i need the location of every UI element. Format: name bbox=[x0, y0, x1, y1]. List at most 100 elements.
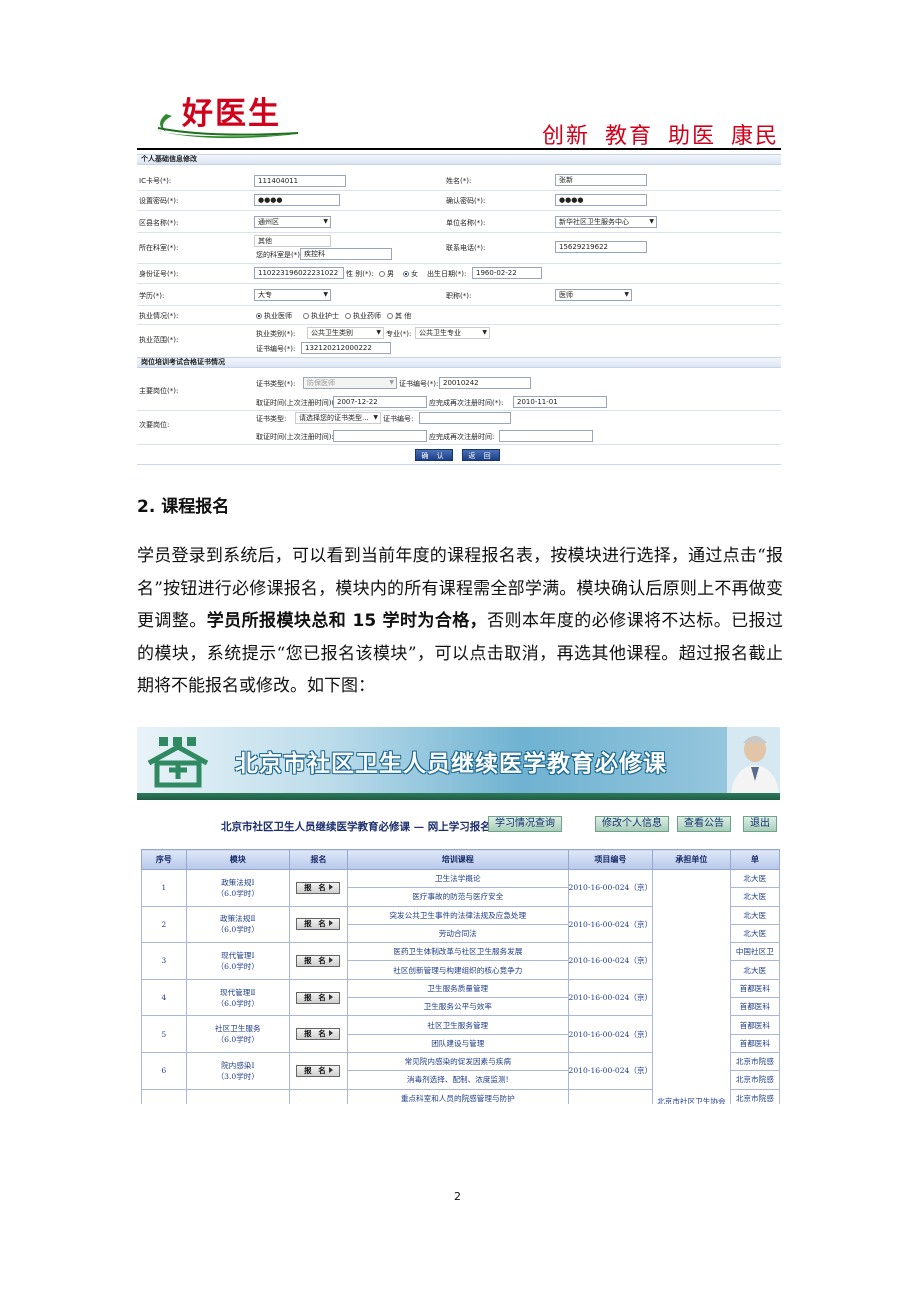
back-button[interactable]: 返 回 bbox=[462, 449, 500, 461]
practice-opt-2[interactable]: 执业护士 bbox=[303, 312, 339, 321]
signup-button[interactable]: 报 名 bbox=[296, 1028, 341, 1041]
project-code: 2010-16-00-024（京） bbox=[567, 1015, 654, 1053]
announcements-button[interactable]: 查看公告 bbox=[677, 816, 731, 832]
logout-button[interactable]: 退出 bbox=[743, 816, 777, 832]
confirm-password-field[interactable]: ●●●● bbox=[555, 194, 647, 206]
radio-checked-icon bbox=[256, 313, 262, 319]
module-name: 现代管理Ⅱ bbox=[219, 987, 256, 997]
cert-no-field[interactable]: 132120212000222 bbox=[301, 342, 391, 354]
col-header: 模块 bbox=[185, 849, 290, 870]
course-name: 社区创新管理与构建组织的核心竞争力 bbox=[347, 960, 569, 980]
dept-select[interactable]: 其他 bbox=[254, 235, 331, 247]
module-name: 现代管理Ⅰ bbox=[221, 950, 255, 960]
password-field[interactable]: ●●●● bbox=[254, 194, 340, 206]
radio-icon bbox=[303, 313, 309, 319]
module-name: 政策法规Ⅰ bbox=[221, 877, 255, 887]
play-icon bbox=[328, 993, 333, 1000]
module-cell bbox=[185, 1088, 290, 1104]
main-post-label: 主要岗位(*): bbox=[139, 387, 179, 395]
project-code: 2010-16-00-024（京） bbox=[567, 942, 654, 980]
scope-cat-select[interactable]: 公共卫生类别 ▼ bbox=[307, 327, 384, 339]
cert-no-label: 证书编号(*): bbox=[256, 345, 296, 353]
renew-field[interactable]: 2010-11-01 bbox=[513, 396, 607, 408]
ic-field[interactable]: 111404011 bbox=[254, 175, 346, 187]
row-number: 4 bbox=[141, 978, 187, 1017]
practice-opt-1[interactable]: 执业医师 bbox=[256, 312, 292, 321]
col-header: 承担单位 bbox=[652, 849, 731, 870]
signup-label: 报 名 bbox=[304, 955, 328, 965]
gender-label: 性 别(*): bbox=[346, 270, 374, 278]
chevron-down-icon: ▼ bbox=[482, 329, 487, 336]
sub-cert-type-value: 请选择您的证书类型... bbox=[299, 414, 369, 422]
sub-cert-num-label: 证书编号: bbox=[383, 415, 414, 423]
signup-button[interactable]: 报 名 bbox=[296, 918, 341, 931]
gender-male[interactable]: 男 bbox=[379, 270, 394, 279]
title-select[interactable]: 医师 ▼ bbox=[555, 289, 632, 301]
district-label: 区县名称(*): bbox=[139, 219, 179, 227]
module-cell: 政策法规Ⅱ （6.0学时） bbox=[185, 905, 290, 944]
play-icon bbox=[328, 920, 333, 927]
unit-cell: 北京市社区卫生协会 bbox=[652, 869, 731, 1104]
title-value: 医师 bbox=[559, 291, 573, 299]
project-code: 2010-16-00-024（京） bbox=[567, 905, 654, 944]
name-field[interactable]: 张新 bbox=[555, 174, 647, 186]
edit-profile-button[interactable]: 修改个人信息 bbox=[595, 816, 669, 832]
course-name: 团队建设与管理 bbox=[347, 1033, 569, 1053]
cert-num-label: 证书编号(*): bbox=[399, 380, 439, 388]
course-name: 重点科室和人员的院感管理与防护 bbox=[347, 1088, 569, 1104]
practice-opt-3[interactable]: 执业药师 bbox=[345, 312, 381, 321]
dept-note-field[interactable]: 疾控科 bbox=[300, 248, 392, 260]
signup-label: 报 名 bbox=[304, 1029, 328, 1039]
id-field[interactable]: 110223196022231022 bbox=[254, 267, 344, 279]
course-signup-screenshot: 北京市社区卫生人员继续医学教育必修课 北京市社区卫生人员继续医学教育必修课 — … bbox=[137, 727, 780, 1104]
play-icon bbox=[328, 1030, 333, 1037]
signup-button[interactable]: 报 名 bbox=[296, 954, 341, 967]
module-hours: （6.0学时） bbox=[216, 998, 259, 1008]
name-label: 姓名(*): bbox=[446, 177, 472, 185]
study-status-button[interactable]: 学习情况查询 bbox=[488, 816, 562, 832]
sub-post-label: 次要岗位: bbox=[139, 421, 170, 429]
sub-cert-num-field[interactable] bbox=[419, 412, 511, 424]
edu-select[interactable]: 大专 ▼ bbox=[254, 289, 331, 301]
issue-field[interactable]: 2007-12-22 bbox=[333, 396, 427, 408]
practice-opt-4[interactable]: 其 他 bbox=[387, 312, 411, 321]
project-code: 2010-16-00-024（京） bbox=[567, 978, 654, 1017]
scope-spec-select[interactable]: 公共卫生专业 ▼ bbox=[415, 327, 490, 339]
district-select[interactable]: 通州区 ▼ bbox=[254, 216, 331, 228]
cert-type-select[interactable]: 防保医师 ▼ bbox=[303, 377, 397, 389]
signup-button[interactable]: 报 名 bbox=[296, 1064, 341, 1077]
radio-icon bbox=[379, 271, 385, 277]
sub-cert-type-label: 证书类型: bbox=[256, 415, 287, 423]
ic-label: IC卡号(*): bbox=[139, 177, 172, 185]
confirm-button[interactable]: 确 认 bbox=[415, 449, 453, 461]
signup-cell: 报 名 bbox=[288, 1051, 349, 1090]
cert-num-field[interactable]: 20010242 bbox=[439, 377, 531, 389]
password-label: 设置密码(*): bbox=[139, 197, 179, 205]
logo-text: 好医生 bbox=[182, 96, 281, 132]
renew-label: 应完成再次注册时间(*): bbox=[429, 399, 504, 407]
practice-opt-label: 执业医师 bbox=[264, 312, 292, 320]
doctor-photo bbox=[727, 727, 780, 793]
sub-renew-field[interactable] bbox=[499, 430, 593, 442]
unit-select[interactable]: 新华社区卫生服务中心 ▼ bbox=[555, 216, 657, 228]
subnav-title: 北京市社区卫生人员继续医学教育必修课 — 网上学习报名 bbox=[221, 821, 491, 833]
signup-button[interactable]: 报 名 bbox=[296, 991, 341, 1004]
row-number: 2 bbox=[141, 905, 187, 944]
course-name: 社区卫生服务管理 bbox=[347, 1015, 569, 1035]
sub-issue-field[interactable] bbox=[333, 430, 427, 442]
course-name: 卫生服务质量管理 bbox=[347, 978, 569, 999]
row-number: 5 bbox=[141, 1015, 187, 1053]
header-rule bbox=[137, 148, 781, 150]
sub-cert-type-select[interactable]: 请选择您的证书类型... ▼ bbox=[295, 412, 381, 424]
gender-female[interactable]: 女 bbox=[403, 270, 418, 279]
signup-button[interactable]: 报 名 bbox=[296, 881, 341, 894]
birth-field[interactable]: 1960-02-22 bbox=[472, 267, 542, 279]
phone-field[interactable]: 15629219622 bbox=[555, 241, 647, 253]
signup-cell: 报 名 bbox=[288, 942, 349, 980]
birth-label: 出生日期(*): bbox=[427, 270, 467, 278]
confirm-password-label: 确认密码(*): bbox=[446, 197, 486, 205]
dept-note-label: 您的科室是(*): bbox=[256, 251, 303, 259]
module-cell: 现代管理Ⅱ （6.0学时） bbox=[185, 978, 290, 1017]
module-name: 社区卫生服务 bbox=[214, 1024, 261, 1034]
module-cell: 社区卫生服务 （6.0学时） bbox=[185, 1015, 290, 1053]
